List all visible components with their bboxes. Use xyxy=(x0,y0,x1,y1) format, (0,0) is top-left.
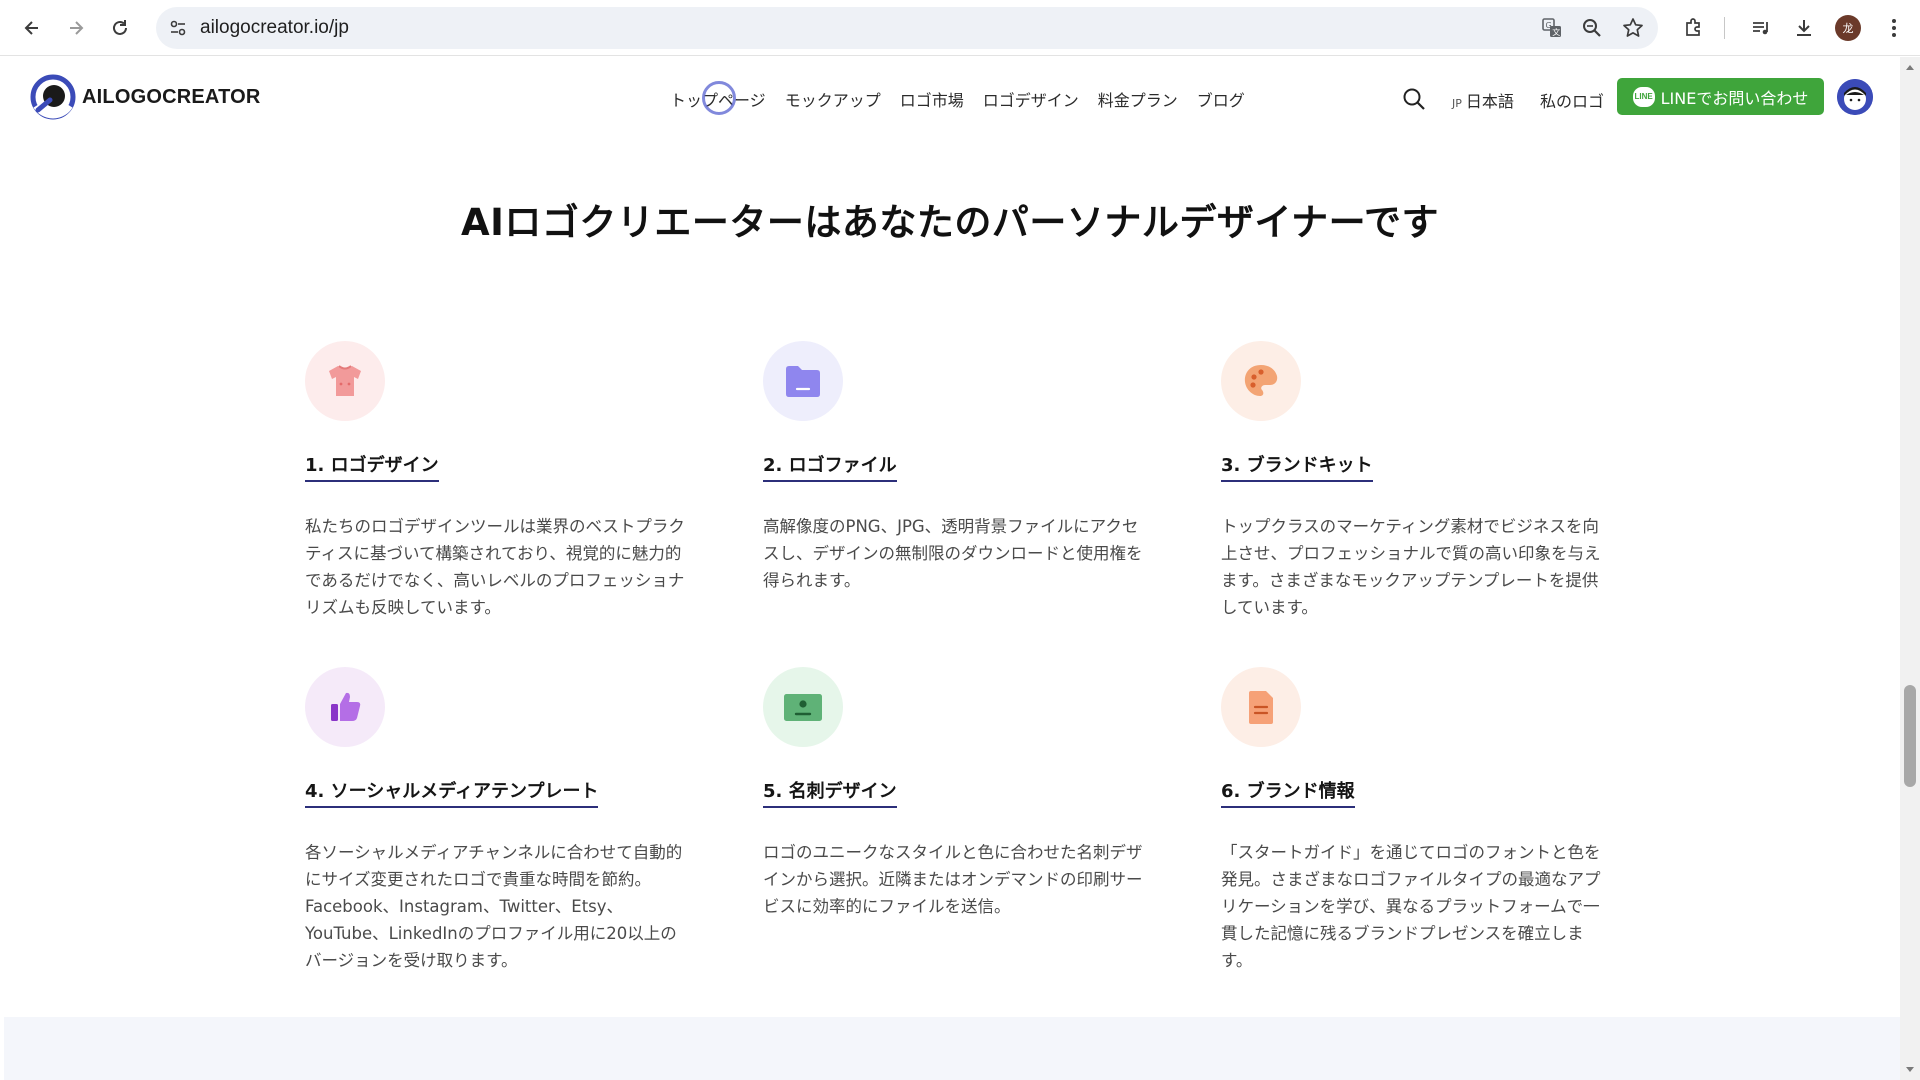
feature-title: 3. ブランドキット xyxy=(1221,451,1373,482)
nav-pricing[interactable]: 料金プラン xyxy=(1098,87,1178,111)
translate-icon[interactable]: G文 xyxy=(1540,16,1564,40)
reload-button[interactable] xyxy=(102,10,138,46)
feature-card: 1. ロゴデザイン 私たちのロゴデザインツールは業界のベストプラクティスに基づい… xyxy=(305,341,695,621)
reload-icon xyxy=(113,20,127,35)
line-chat-icon: LINE xyxy=(1632,86,1655,107)
download-icon[interactable] xyxy=(1790,14,1818,42)
extensions-icon[interactable] xyxy=(1680,14,1708,42)
business-card-icon xyxy=(784,694,822,721)
feature-description: 各ソーシャルメディアチャンネルに合わせて自動的にサイズ変更されたロゴで貴重な時間… xyxy=(305,843,683,970)
feature-description: 私たちのロゴデザインツールは業界のベストプラクティスに基づいて構築されており、視… xyxy=(305,517,685,617)
feature-description: 高解像度のPNG、JPG、透明背景ファイルにアクセスし、デザインの無制限のダウン… xyxy=(763,517,1143,590)
feature-card: 6. ブランド情報 「スタートガイド」を通じてロゴのフォントと色を発見。さまざま… xyxy=(1221,667,1611,974)
forward-button[interactable] xyxy=(58,10,94,46)
feature-card: 2. ロゴファイル 高解像度のPNG、JPG、透明背景ファイルにアクセスし、デザ… xyxy=(763,341,1153,594)
user-avatar[interactable] xyxy=(1837,79,1873,115)
document-icon xyxy=(1249,691,1273,724)
feature-title: 5. 名刺デザイン xyxy=(763,777,897,808)
browser-profile-avatar[interactable]: 龙 xyxy=(1835,15,1861,41)
line-contact-button[interactable]: LINE LINEでお問い合わせ xyxy=(1617,78,1824,115)
language-label: 日本語 xyxy=(1465,92,1514,111)
my-logo-link[interactable]: 私のロゴ xyxy=(1540,88,1604,112)
feature-icon-wrap xyxy=(1221,341,1301,421)
main-nav: トップページ モックアップ ロゴ市場 ロゴデザイン 料金プラン ブログ xyxy=(670,87,1245,111)
media-queue-icon[interactable] xyxy=(1747,14,1775,42)
section-title: AIロゴクリエーターはあなたのパーソナルデザイナーです xyxy=(461,201,1439,244)
nav-blog[interactable]: ブログ xyxy=(1197,87,1245,111)
nav-mockup[interactable]: モックアップ xyxy=(785,87,881,111)
back-button[interactable] xyxy=(14,10,50,46)
line-contact-label: LINEでお問い合わせ xyxy=(1660,88,1809,108)
feature-card: 4. ソーシャルメディアテンプレート 各ソーシャルメディアチャンネルに合わせて自… xyxy=(305,667,695,974)
feature-icon-wrap xyxy=(305,341,385,421)
scroll-down-arrow-icon[interactable] xyxy=(1906,1067,1914,1072)
feature-title: 6. ブランド情報 xyxy=(1221,777,1355,808)
folder-icon xyxy=(786,366,820,397)
feature-icon-wrap xyxy=(1221,667,1301,747)
site-header: AILOGOCREATOR トップページ モックアップ ロゴ市場 ロゴデザイン … xyxy=(0,57,1900,137)
nav-logo-design[interactable]: ロゴデザイン xyxy=(983,87,1079,111)
search-icon[interactable] xyxy=(1402,87,1426,111)
tshirt-icon xyxy=(329,365,361,396)
next-section-band xyxy=(4,1017,1900,1080)
zoom-icon[interactable] xyxy=(1580,16,1604,40)
palette-icon xyxy=(1244,365,1278,396)
feature-icon-wrap xyxy=(763,667,843,747)
bookmark-star-icon[interactable] xyxy=(1621,16,1645,40)
thumbs-up-icon xyxy=(331,692,361,721)
feature-description: ロゴのユニークなスタイルと色に合わせた名刺デザインから選択。近隣またはオンデマン… xyxy=(763,843,1143,916)
cursor-click-indicator xyxy=(702,81,736,115)
feature-title: 1. ロゴデザイン xyxy=(305,451,439,482)
browser-toolbar: ailogocreator.io/jp G文 龙 xyxy=(0,0,1920,56)
language-code: JP xyxy=(1452,97,1462,110)
feature-icon-wrap xyxy=(763,341,843,421)
feature-card: 5. 名刺デザイン ロゴのユニークなスタイルと色に合わせた名刺デザインから選択。… xyxy=(763,667,1153,920)
page-scrollbar[interactable] xyxy=(1900,57,1920,1080)
toolbar-divider xyxy=(1724,17,1725,39)
site-settings-icon[interactable] xyxy=(168,18,188,42)
brand-logo-icon xyxy=(30,74,76,120)
scroll-thumb[interactable] xyxy=(1904,685,1916,787)
site-logo[interactable]: AILOGOCREATOR xyxy=(30,74,261,120)
nav-logo-market[interactable]: ロゴ市場 xyxy=(900,87,964,111)
scroll-up-arrow-icon[interactable] xyxy=(1906,65,1914,70)
feature-icon-wrap xyxy=(305,667,385,747)
address-bar[interactable]: ailogocreator.io/jp G文 xyxy=(156,7,1658,49)
forward-arrow-icon xyxy=(70,21,84,35)
feature-title: 4. ソーシャルメディアテンプレート xyxy=(305,777,599,808)
language-selector[interactable]: JP 日本語 xyxy=(1452,88,1514,112)
logo-text: AILOGOCREATOR xyxy=(82,85,261,108)
url-text[interactable]: ailogocreator.io/jp xyxy=(200,17,349,39)
back-arrow-icon xyxy=(24,21,38,35)
svg-text:文: 文 xyxy=(1552,27,1560,37)
feature-description: トップクラスのマーケティング素材でビジネスを向上させ、プロフェッショナルで質の高… xyxy=(1221,517,1601,617)
feature-title: 2. ロゴファイル xyxy=(763,451,897,482)
feature-card: 3. ブランドキット トップクラスのマーケティング素材でビジネスを向上させ、プロ… xyxy=(1221,341,1611,621)
more-menu-icon[interactable] xyxy=(1880,14,1908,42)
feature-description: 「スタートガイド」を通じてロゴのフォントと色を発見。さまざまなロゴファイルタイプ… xyxy=(1221,843,1601,970)
